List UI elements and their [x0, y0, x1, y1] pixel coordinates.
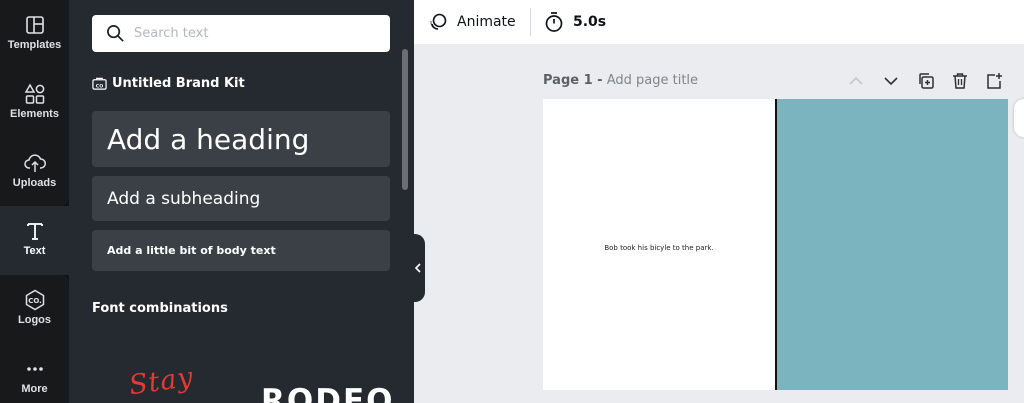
search-box[interactable]	[92, 15, 390, 52]
add-body-text-button[interactable]: Add a little bit of body text	[92, 230, 390, 271]
timer-icon	[545, 12, 563, 32]
animate-label: Animate	[457, 14, 516, 30]
chevron-down-icon[interactable]	[881, 71, 901, 91]
page-caption-text[interactable]: Bob took his bicyle to the park.	[543, 244, 775, 252]
brand-kit-title[interactable]: CO Untitled Brand Kit	[92, 74, 245, 92]
chevron-up-icon[interactable]	[846, 71, 866, 91]
sidebar-item-text[interactable]: Text	[0, 206, 69, 275]
svg-text:CO: CO	[96, 83, 103, 89]
design-page[interactable]: Bob took his bicyle to the park.	[543, 99, 1008, 390]
collapse-panel-button[interactable]	[410, 234, 425, 302]
chevron-left-icon	[414, 263, 421, 273]
sidebar-item-elements[interactable]: Elements	[0, 69, 69, 138]
page-number: Page 1 -	[543, 73, 603, 88]
svg-text:CO.: CO.	[28, 297, 42, 305]
logo-icon: CO.	[25, 289, 44, 311]
font-combination-preview-rodeo[interactable]: RODEO	[261, 383, 395, 403]
font-combinations-heading: Font combinations	[92, 301, 228, 316]
sidebar-item-logos[interactable]: CO. Logos	[0, 275, 69, 344]
sidebar-item-more[interactable]: More	[0, 344, 69, 403]
delete-page-icon[interactable]	[950, 71, 970, 91]
add-heading-button[interactable]: Add a heading	[92, 111, 390, 167]
add-page-icon[interactable]	[984, 71, 1004, 91]
animate-icon	[430, 13, 447, 30]
search-icon	[107, 25, 124, 42]
sidebar-item-label: More	[21, 383, 48, 395]
sidebar-item-label: Uploads	[12, 177, 57, 189]
toolbar-divider	[530, 8, 531, 36]
page-title[interactable]: Page 1 - Add page title	[543, 73, 698, 88]
more-dots-icon	[26, 367, 43, 371]
brand-kit-icon: CO	[92, 77, 107, 90]
elements-icon	[24, 83, 44, 104]
font-combination-preview-stay[interactable]: Stay	[127, 362, 195, 402]
sidebar-item-templates[interactable]: Templates	[0, 0, 69, 69]
search-input[interactable]	[134, 15, 384, 52]
templates-icon	[25, 16, 44, 34]
sidebar-item-uploads[interactable]: Uploads	[0, 138, 69, 207]
duplicate-page-icon[interactable]	[916, 71, 936, 91]
sidebar-item-label: Logos	[18, 314, 51, 326]
canvas-scroll-handle[interactable]	[1014, 99, 1024, 137]
sidebar-item-label: Text	[23, 245, 46, 257]
duration-button[interactable]: 5.0s	[544, 10, 606, 34]
editor-toolbar: Animate 5.0s	[414, 0, 1024, 44]
page-left-panel[interactable]: Bob took his bicyle to the park.	[543, 99, 775, 390]
brand-kit-label: Untitled Brand Kit	[112, 75, 245, 91]
animate-button[interactable]: Animate	[428, 10, 516, 34]
sidebar-item-label: Elements	[10, 108, 59, 120]
add-subheading-button[interactable]: Add a subheading	[92, 176, 390, 221]
upload-cloud-icon	[23, 154, 46, 172]
page-title-input[interactable]: Add page title	[607, 73, 698, 88]
panel-scrollbar[interactable]	[402, 49, 408, 190]
page-right-color-block[interactable]	[777, 99, 1008, 390]
text-icon	[26, 223, 43, 240]
left-rail: Templates Elements Uploads Text CO. Logo…	[0, 0, 69, 403]
duration-label: 5.0s	[573, 14, 607, 30]
text-panel: CO Untitled Brand Kit Add a heading Add …	[69, 0, 414, 403]
sidebar-item-label: Templates	[7, 39, 62, 51]
